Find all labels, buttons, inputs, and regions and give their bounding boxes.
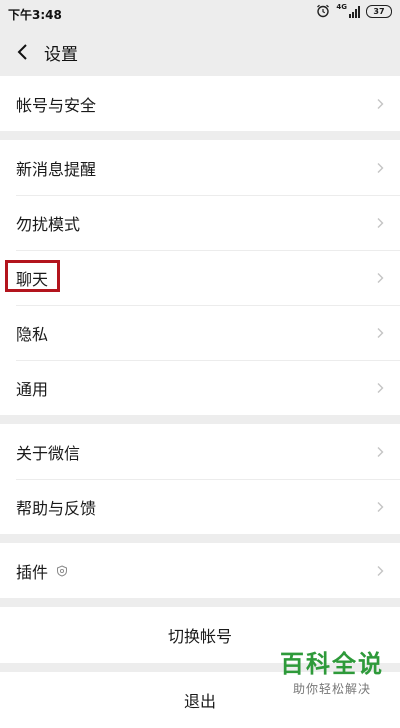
settings-item-do-not-disturb[interactable]: 勿扰模式 [0, 195, 400, 250]
network-type-label: 4G [336, 3, 347, 11]
settings-item-help-feedback[interactable]: 帮助与反馈 [0, 479, 400, 534]
section-gap [0, 131, 400, 140]
settings-item-label: 帐号与安全 [16, 95, 97, 115]
settings-item-general[interactable]: 通用 [0, 360, 400, 415]
alarm-icon [317, 4, 330, 18]
settings-item-label: 隐私 [16, 324, 49, 344]
chevron-right-icon [377, 98, 384, 109]
battery-icon: 37 [366, 4, 392, 18]
settings-item-label: 通用 [16, 379, 49, 399]
account-group: 帐号与安全 [0, 76, 400, 131]
status-icons: 4G 37 [316, 4, 392, 18]
settings-item-plugins[interactable]: 插件 [0, 543, 400, 598]
settings-item-label: 关于微信 [16, 443, 81, 463]
chevron-right-icon [377, 327, 384, 338]
status-bar: 下午3:48 4G 37 [0, 0, 400, 28]
settings-item-label: 聊天 [16, 269, 49, 289]
chevron-right-icon [377, 501, 384, 512]
settings-item-account-security[interactable]: 帐号与安全 [0, 76, 400, 131]
chevron-right-icon [377, 446, 384, 457]
about-group: 关于微信 帮助与反馈 [0, 424, 400, 534]
watermark-title: 百科全说 [280, 650, 384, 678]
settings-item-label: 插件 [16, 562, 49, 582]
chevron-right-icon [377, 565, 384, 576]
chevron-right-icon [377, 217, 384, 228]
header: 设置 [0, 28, 400, 76]
settings-item-chat[interactable]: 聊天 [0, 250, 400, 305]
settings-item-about-wechat[interactable]: 关于微信 [0, 424, 400, 479]
settings-item-new-message-notification[interactable]: 新消息提醒 [0, 140, 400, 195]
shield-icon [57, 564, 68, 577]
settings-item-privacy[interactable]: 隐私 [0, 305, 400, 360]
settings-item-label: 新消息提醒 [16, 159, 97, 179]
plugins-group: 插件 [0, 543, 400, 598]
status-time: 下午3:48 [8, 8, 62, 22]
chevron-right-icon [377, 162, 384, 173]
section-gap [0, 534, 400, 543]
settings-item-label: 勿扰模式 [16, 214, 81, 234]
watermark-subtitle: 助你轻松解决 [292, 682, 371, 696]
back-button[interactable] [2, 28, 42, 76]
back-arrow-icon [17, 44, 27, 60]
signal-icon: 4G [336, 4, 360, 18]
section-gap [0, 415, 400, 424]
chevron-right-icon [377, 272, 384, 283]
settings-item-label: 帮助与反馈 [16, 498, 97, 518]
general-group: 新消息提醒 勿扰模式 聊天 隐私 通用 [0, 140, 400, 415]
watermark: 百科全说 助你轻松解决 [280, 644, 384, 697]
section-gap [0, 598, 400, 607]
chevron-right-icon [377, 382, 384, 393]
page-title: 设置 [44, 44, 78, 65]
